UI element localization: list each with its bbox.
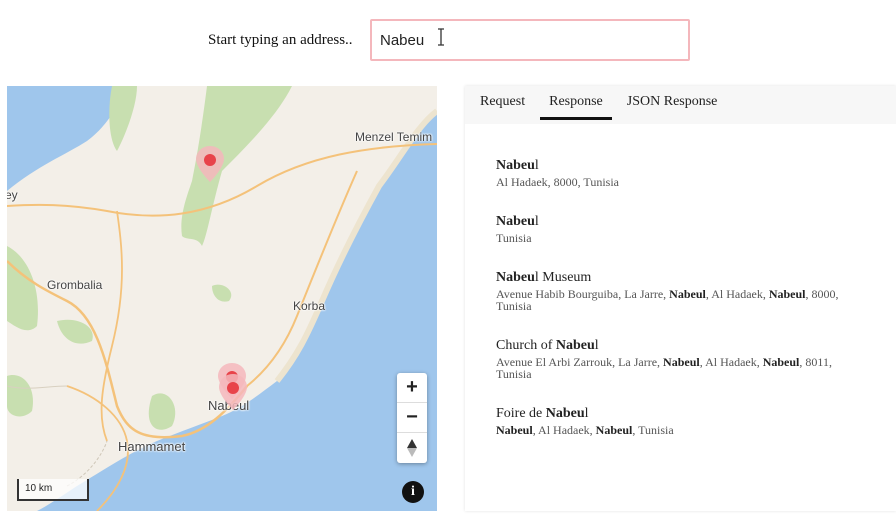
search-row: Start typing an address..	[0, 0, 896, 80]
address-search-input[interactable]	[370, 19, 690, 61]
result-title: Foire de Nabeul	[496, 406, 896, 422]
result-item[interactable]: Nabeul Museum Avenue Habib Bourguiba, La …	[496, 270, 896, 312]
result-address-segment: , Al Hadaek,	[532, 423, 596, 437]
result-item[interactable]: Nabeul Tunisia	[496, 214, 896, 244]
result-title: Nabeul	[496, 158, 896, 174]
result-address-segment: Al Hadaek, 8000, Tunisia	[496, 175, 619, 189]
text-cursor-icon	[438, 28, 444, 46]
search-label: Start typing an address..	[208, 32, 353, 48]
result-address-segment: , Tunisia	[632, 423, 674, 437]
result-title-segment: l	[584, 406, 589, 421]
result-address-segment: Nabeul	[663, 355, 700, 369]
result-title-segment: Foire de	[496, 406, 546, 421]
zoom-controls: + −	[397, 373, 427, 463]
map-label-korba: Korba	[293, 299, 326, 313]
result-title-segment: Nabeu	[545, 406, 585, 421]
result-title: Nabeul Museum	[496, 270, 896, 286]
results-list: Nabeul Al Hadaek, 8000, Tunisia Nabeul Tuni…	[465, 124, 896, 436]
result-title-segment: Nabeu	[555, 338, 595, 353]
info-icon[interactable]: i	[402, 481, 424, 503]
result-address: Nabeul, Al Hadaek, Nabeul, Tunisia	[496, 424, 866, 436]
result-address-segment: Nabeul	[669, 287, 706, 301]
result-title-segment: Nabeu	[496, 214, 535, 229]
results-panel: Request Response JSON Response Nabeul Al …	[465, 86, 896, 511]
result-title-segment: l Museum	[534, 270, 592, 285]
result-address: Avenue El Arbi Zarrouk, La Jarre, Nabeul…	[496, 356, 866, 380]
result-address-segment: Nabeul	[595, 423, 633, 437]
result-address: Al Hadaek, 8000, Tunisia	[496, 176, 866, 188]
result-address-segment: Nabeul	[768, 287, 806, 301]
zoom-out-button[interactable]: −	[397, 403, 427, 433]
result-address-segment: , Al Hadaek,	[699, 355, 763, 369]
compass-button[interactable]	[397, 433, 427, 463]
result-title-segment: Nabeu	[496, 158, 535, 173]
result-address-segment: Nabeul	[496, 423, 533, 437]
result-title: Nabeul	[496, 214, 896, 230]
map-label-menzel-temim: Menzel Temim	[355, 130, 433, 144]
compass-icon	[407, 439, 417, 457]
tab-request[interactable]: Request	[471, 86, 534, 120]
result-title-segment: Nabeu	[496, 270, 535, 285]
tab-response[interactable]: Response	[540, 86, 612, 120]
result-address-segment: Tunisia	[496, 231, 532, 245]
result-address: Tunisia	[496, 232, 866, 244]
location-pin-icon[interactable]	[193, 144, 227, 184]
tab-bar: Request Response JSON Response	[465, 86, 896, 124]
map-scale-bar: 10 km	[17, 479, 89, 501]
result-address-segment: , Al Hadaek,	[705, 287, 769, 301]
result-title-segment: l	[534, 158, 539, 173]
result-title: Church of Nabeul	[496, 338, 896, 354]
zoom-in-button[interactable]: +	[397, 373, 427, 403]
result-address: Avenue Habib Bourguiba, La Jarre, Nabeul…	[496, 288, 866, 312]
result-title-segment: Church of	[496, 338, 556, 353]
map-label-ey: ey	[7, 188, 18, 202]
map-label-hammamet: Hammamet	[118, 439, 186, 454]
result-title-segment: l	[594, 338, 599, 353]
result-item[interactable]: Foire de Nabeul Nabeul, Al Hadaek, Nabeul…	[496, 406, 896, 436]
map-label-grombalia: Grombalia	[47, 278, 103, 292]
result-item[interactable]: Church of Nabeul Avenue El Arbi Zarrouk, …	[496, 338, 896, 380]
map-view[interactable]: Menzel Temim ey Grombalia Korba Nabeul H…	[7, 86, 437, 511]
result-address-segment: Nabeul	[762, 355, 800, 369]
result-item[interactable]: Nabeul Al Hadaek, 8000, Tunisia	[496, 158, 896, 188]
tab-json-response[interactable]: JSON Response	[618, 86, 727, 120]
result-title-segment: l	[534, 214, 539, 229]
location-pin-icon[interactable]	[216, 372, 250, 412]
